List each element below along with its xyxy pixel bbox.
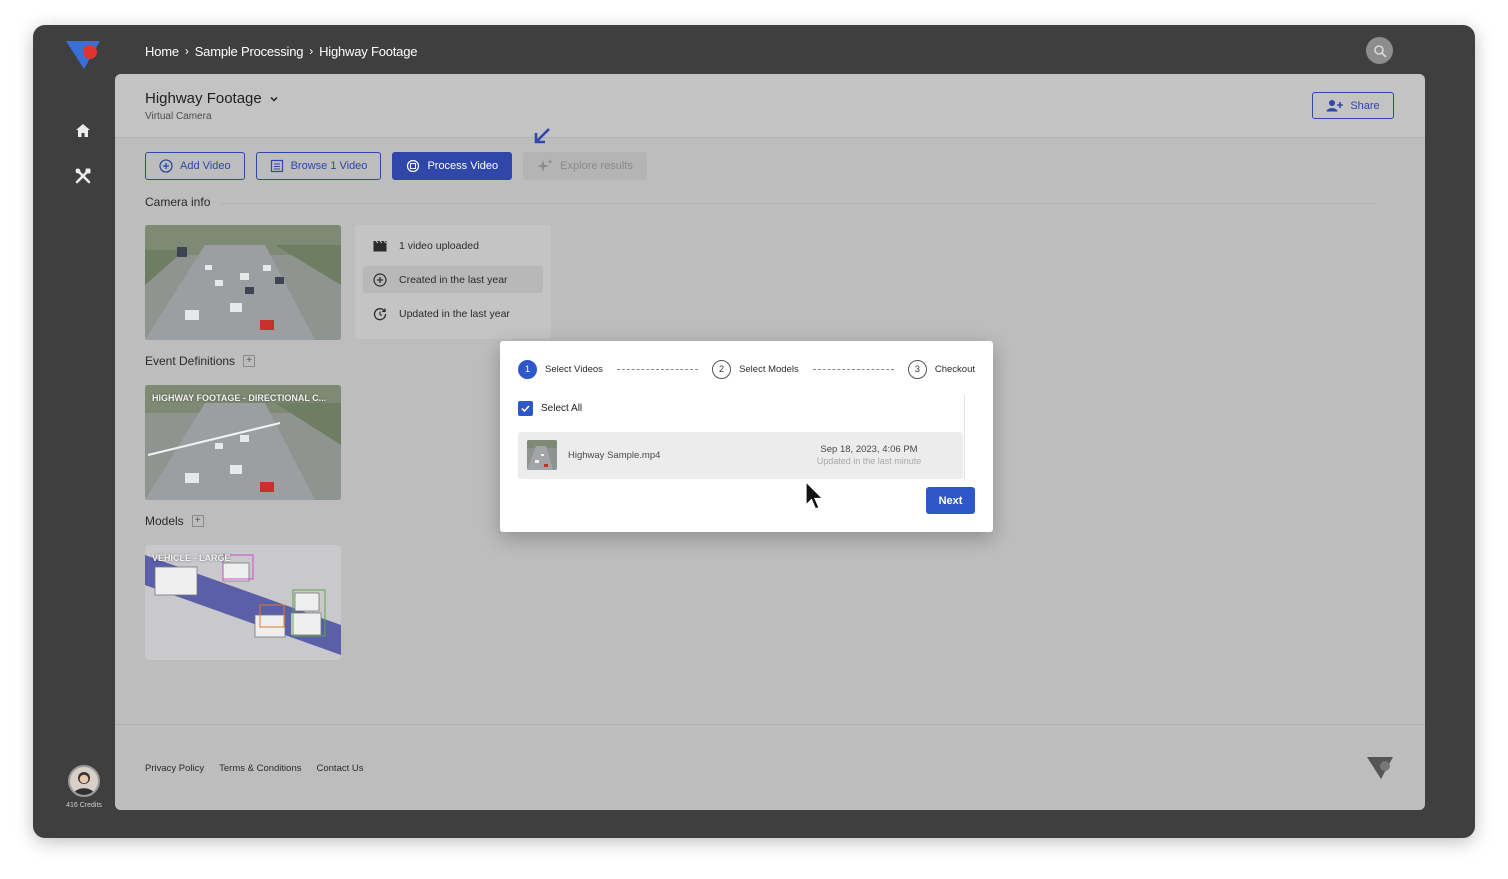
cpu-icon [407,159,420,173]
checkbox-checked-icon[interactable] [518,401,533,416]
process-video-button[interactable]: Process Video [392,152,513,180]
step-label: Checkout [934,363,976,375]
step-number: 2 [712,359,732,379]
video-list-item[interactable]: Highway Sample.mp4 Sep 18, 2023, 4:06 PM… [518,432,963,479]
tools-icon[interactable] [73,166,93,186]
arrow-hint-icon [534,128,550,144]
share-button[interactable]: Share [1312,92,1394,119]
sparkle-icon [537,159,553,172]
camera-info-heading: Camera info [145,195,210,209]
divider [220,203,1375,204]
browse-video-label: Browse 1 Video [290,160,368,172]
camera-thumbnail[interactable] [145,225,341,340]
privacy-policy-link[interactable]: Privacy Policy [145,763,204,774]
add-video-label: Add Video [180,160,231,172]
step-number: 1 [518,359,537,379]
stepper: 1 Select Videos 2 Select Models 3 Checko… [518,359,975,379]
step-connector [812,368,894,370]
model-title: VEHICLE - LARGE [152,553,231,563]
models-heading: Models + [145,514,204,528]
select-all-label: Select All [541,403,583,414]
video-updated: Updated in the last minute [816,456,922,466]
mouse-cursor-icon [805,481,824,510]
browse-video-button[interactable]: Browse 1 Video [255,152,382,180]
plus-circle-icon [159,159,173,173]
search-icon [1373,44,1386,57]
event-definition-card[interactable]: HIGHWAY FOOTAGE - DIRECTIONAL C... [145,385,341,500]
info-updated: Updated in the last year [363,300,543,327]
footer-links: Privacy Policy Terms & Conditions Contac… [145,763,364,774]
action-toolbar: Add Video Browse 1 Video Process Video E… [145,152,647,180]
explore-results-label: Explore results [560,160,633,172]
info-updated-text: Updated in the last year [399,307,510,320]
video-thumbnail [527,440,557,470]
video-date: Sep 18, 2023, 4:06 PM [820,444,918,455]
event-definitions-heading: Event Definitions + [145,354,256,368]
add-video-button[interactable]: Add Video [145,152,245,180]
select-all-checkbox[interactable]: Select All [518,401,582,416]
footer: Privacy Policy Terms & Conditions Contac… [115,724,1425,810]
chevron-right-icon: › [184,44,189,58]
models-label: Models [145,514,184,528]
history-icon [373,307,387,320]
terms-link[interactable]: Terms & Conditions [219,763,301,774]
step-number: 3 [907,359,927,379]
process-video-label: Process Video [427,160,499,172]
plus-circle-icon [373,272,387,287]
user-avatar[interactable] [68,765,100,797]
share-label: Share [1350,99,1380,112]
event-definition-title: HIGHWAY FOOTAGE - DIRECTIONAL C... [152,393,327,403]
chevron-right-icon: › [309,44,314,58]
contact-link[interactable]: Contact Us [317,763,364,774]
breadcrumb-home[interactable]: Home [145,44,179,59]
page-title: Highway Footage [145,90,262,107]
app-logo[interactable] [65,39,101,71]
model-card[interactable]: VEHICLE - LARGE [145,545,341,660]
list-icon [270,159,283,173]
next-button[interactable]: Next [926,487,975,514]
add-model-button[interactable]: + [191,515,204,527]
process-video-modal: 1 Select Videos 2 Select Models 3 Checko… [500,341,993,532]
step-select-videos: 1 Select Videos [518,359,603,379]
add-user-icon [1326,100,1344,112]
home-icon[interactable] [73,121,93,141]
footer-logo [1366,755,1394,781]
add-event-definition-button[interactable]: + [243,355,256,367]
breadcrumb-sample-processing[interactable]: Sample Processing [195,44,304,59]
info-uploaded-text: 1 video uploaded [399,239,479,252]
chevron-down-icon [270,96,278,102]
breadcrumb-current: Highway Footage [319,43,418,59]
step-checkout: 3 Checkout [907,359,976,379]
clapperboard-icon [373,240,387,251]
camera-info-card: 1 video uploaded Created in the last yea… [355,225,551,339]
step-label: Select Models [739,363,799,375]
explore-results-button[interactable]: Explore results [523,152,647,180]
info-created: Created in the last year [363,266,543,293]
info-uploaded: 1 video uploaded [363,232,543,259]
info-created-text: Created in the last year [399,273,508,286]
step-connector [616,368,699,370]
video-name: Highway Sample.mp4 [568,450,661,461]
breadcrumb: Home › Sample Processing › Highway Foota… [145,42,417,60]
scrollbar[interactable] [964,395,974,481]
user-credits: 416 Credits [66,802,102,809]
step-select-models: 2 Select Models [712,359,799,379]
search-button[interactable] [1366,37,1393,64]
page-subtitle: Virtual Camera [145,111,212,122]
camera-title-dropdown[interactable]: Highway Footage [145,90,280,107]
camera-info-label: Camera info [145,195,211,209]
step-label: Select Videos [545,363,603,375]
event-definitions-label: Event Definitions [145,354,236,368]
page-header: Highway Footage Virtual Camera Share [115,74,1425,138]
